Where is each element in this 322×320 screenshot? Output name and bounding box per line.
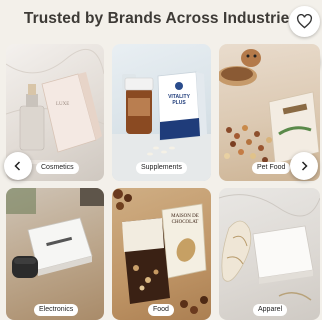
tile-label-electronics: Electronics [34, 304, 79, 316]
favorite-button[interactable] [289, 6, 320, 37]
tile-supplements[interactable]: VITALITY PLUS Supplements [112, 44, 211, 181]
tile-electronics[interactable]: Electronics [6, 188, 104, 320]
tile-label-food: Food [148, 304, 174, 316]
tile-label-supplements: Supplements [136, 162, 187, 174]
food-image [113, 189, 208, 314]
carousel-next-button[interactable] [290, 152, 318, 180]
heart-icon [296, 14, 313, 29]
tile-label-apparel: Apparel [253, 304, 288, 316]
supplements-box-text: VITALITY PLUS [168, 94, 190, 106]
cosmetics-box-text: LUXE [56, 102, 70, 107]
chevron-left-icon [12, 160, 24, 172]
tile-label-pet-food: Pet Food [252, 162, 291, 174]
apparel-image [219, 194, 320, 301]
food-box-text: MAISON DE CHOCOLAT [171, 214, 199, 225]
tile-label-cosmetics: Cosmetics [36, 162, 79, 174]
carousel-prev-button[interactable] [4, 152, 32, 180]
tile-food[interactable]: MAISON DE CHOCOLAT Food [112, 188, 211, 320]
supplements-image [112, 71, 211, 181]
tile-apparel[interactable]: Apparel [219, 188, 320, 320]
chevron-right-icon [298, 160, 310, 172]
electronics-image [6, 188, 104, 278]
page-title: Trusted by Brands Across Industries [23, 10, 299, 27]
